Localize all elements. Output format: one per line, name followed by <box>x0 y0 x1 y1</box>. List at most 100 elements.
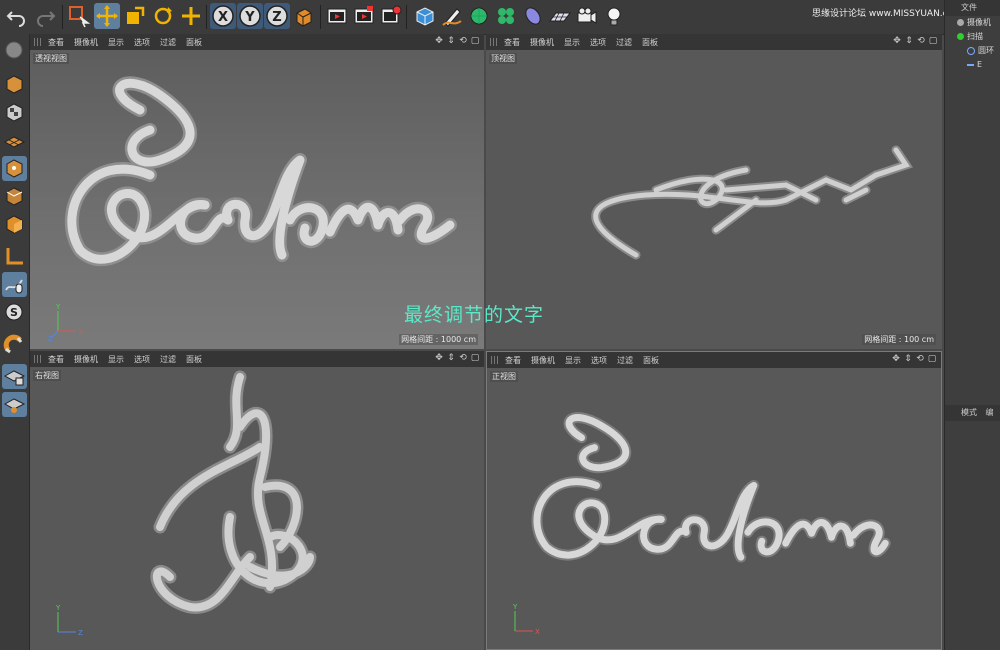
render-picture-viewer-icon[interactable] <box>351 3 377 29</box>
snap-icon[interactable]: S <box>2 300 27 325</box>
viewport-nav-icons: ✥ ⇕ ⟲ ▢ <box>892 36 938 47</box>
maximize-icon[interactable]: ▢ <box>470 36 480 47</box>
menu-cameras[interactable]: 摄像机 <box>74 37 98 48</box>
object-item-spline[interactable]: E <box>945 58 1000 72</box>
sculpt-icon[interactable] <box>2 38 27 63</box>
menu-filter[interactable]: 过滤 <box>160 354 176 365</box>
cube-icon[interactable] <box>412 3 438 29</box>
viewport-top[interactable]: 查看 摄像机 显示 选项 过滤 面板 ✥ ⇕ ⟲ ▢ 顶视图 网格间距 : 100 c <box>486 34 942 349</box>
menu-options[interactable]: 选项 <box>134 37 150 48</box>
zoom-icon[interactable]: ⇕ <box>904 36 914 47</box>
attr-tab-edit[interactable]: 编 <box>986 408 994 417</box>
camera-icon <box>957 19 964 26</box>
menu-cameras[interactable]: 摄像机 <box>530 37 554 48</box>
pan-icon[interactable]: ✥ <box>434 36 444 47</box>
object-mode-icon[interactable] <box>2 72 27 97</box>
axis-z-label: Z <box>78 629 83 637</box>
menu-view[interactable]: 查看 <box>504 37 520 48</box>
object-manager-menu-file[interactable]: 文件 <box>945 0 1000 16</box>
rotate-icon[interactable] <box>150 3 176 29</box>
menu-options[interactable]: 选项 <box>591 355 607 366</box>
menu-panel[interactable]: 面板 <box>186 37 202 48</box>
zoom-icon[interactable]: ⇕ <box>446 353 456 364</box>
axis-x-label: X <box>78 328 83 336</box>
menu-panel[interactable]: 面板 <box>642 37 658 48</box>
camera-icon[interactable] <box>574 3 600 29</box>
move-icon[interactable] <box>94 3 120 29</box>
polygon-mode-icon[interactable] <box>2 212 27 237</box>
attr-tab-mode[interactable]: 模式 <box>961 408 977 417</box>
render-settings-icon[interactable] <box>378 3 404 29</box>
menu-display[interactable]: 显示 <box>108 354 124 365</box>
object-item-sweep[interactable]: 扫描 <box>945 30 1000 44</box>
svg-text:Y: Y <box>244 10 255 25</box>
rotate-view-icon[interactable]: ⟲ <box>916 36 926 47</box>
rotate-view-icon[interactable]: ⟲ <box>915 354 925 365</box>
axis-mode-icon[interactable] <box>2 244 27 269</box>
menu-panel[interactable]: 面板 <box>186 354 202 365</box>
pan-icon[interactable]: ✥ <box>434 353 444 364</box>
axis-z-label: Z <box>48 335 53 341</box>
menu-options[interactable]: 选项 <box>590 37 606 48</box>
circle-spline-icon <box>967 46 975 55</box>
deformer-icon[interactable] <box>520 3 546 29</box>
light-icon[interactable] <box>601 3 627 29</box>
menu-view[interactable]: 查看 <box>505 355 521 366</box>
menu-cameras[interactable]: 摄像机 <box>74 354 98 365</box>
menu-display[interactable]: 显示 <box>564 37 580 48</box>
texture-mode-icon[interactable] <box>2 100 27 125</box>
viewport-right[interactable]: 查看 摄像机 显示 选项 过滤 面板 ✥ ⇕ ⟲ ▢ 右视图 Y Z <box>30 351 484 650</box>
redo-icon[interactable] <box>32 3 58 29</box>
add-icon[interactable] <box>178 3 204 29</box>
menu-view[interactable]: 查看 <box>48 354 64 365</box>
floor-icon[interactable] <box>547 3 573 29</box>
magnet-icon[interactable] <box>2 332 27 357</box>
coordinate-system-icon[interactable] <box>291 3 317 29</box>
array-icon[interactable] <box>493 3 519 29</box>
lock-workplane-icon[interactable] <box>2 364 27 389</box>
pen-icon[interactable] <box>439 3 465 29</box>
y-axis-icon[interactable]: Y <box>237 3 263 29</box>
maximize-icon[interactable]: ▢ <box>927 354 937 365</box>
grip-icon <box>34 38 42 46</box>
menu-view[interactable]: 查看 <box>48 37 64 48</box>
zoom-icon[interactable]: ⇕ <box>446 36 456 47</box>
grip-icon <box>34 355 42 363</box>
x-axis-icon[interactable]: X <box>210 3 236 29</box>
edge-mode-icon[interactable] <box>2 184 27 209</box>
planar-workplane-icon[interactable] <box>2 392 27 417</box>
viewport-nav-icons: ✥ ⇕ ⟲ ▢ <box>434 36 480 47</box>
workplane-icon[interactable] <box>2 128 27 153</box>
object-item-label: 扫描 <box>967 32 983 41</box>
rotate-view-icon[interactable]: ⟲ <box>458 36 468 47</box>
pan-icon[interactable]: ✥ <box>891 354 901 365</box>
viewport-menu: 查看 摄像机 显示 选项 过滤 面板 ✥ ⇕ ⟲ ▢ <box>487 352 941 368</box>
menu-filter[interactable]: 过滤 <box>616 37 632 48</box>
z-axis-icon[interactable]: Z <box>264 3 290 29</box>
undo-icon[interactable] <box>4 3 30 29</box>
pan-icon[interactable]: ✥ <box>892 36 902 47</box>
spline-icon <box>967 63 974 66</box>
zoom-icon[interactable]: ⇕ <box>903 354 913 365</box>
subdivision-icon[interactable] <box>466 3 492 29</box>
menu-options[interactable]: 选项 <box>134 354 150 365</box>
scale-icon[interactable] <box>122 3 148 29</box>
object-item-camera[interactable]: 摄像机 <box>945 16 1000 30</box>
maximize-icon[interactable]: ▢ <box>470 353 480 364</box>
render-view-icon[interactable] <box>324 3 350 29</box>
viewport-front[interactable]: 查看 摄像机 显示 选项 过滤 面板 ✥ ⇕ ⟲ ▢ 正视图 Y X <box>486 351 942 650</box>
menu-display[interactable]: 显示 <box>565 355 581 366</box>
axis-x-label: X <box>535 628 540 636</box>
menu-filter[interactable]: 过滤 <box>617 355 633 366</box>
axis-gizmo: Y X Z <box>48 303 83 341</box>
rotate-view-icon[interactable]: ⟲ <box>458 353 468 364</box>
tweak-mode-icon[interactable] <box>2 272 27 297</box>
menu-filter[interactable]: 过滤 <box>160 37 176 48</box>
menu-cameras[interactable]: 摄像机 <box>531 355 555 366</box>
live-select-icon[interactable] <box>66 3 92 29</box>
maximize-icon[interactable]: ▢ <box>928 36 938 47</box>
menu-panel[interactable]: 面板 <box>643 355 659 366</box>
object-item-circle[interactable]: 圆环 <box>945 44 1000 58</box>
point-mode-icon[interactable] <box>2 156 27 181</box>
menu-display[interactable]: 显示 <box>108 37 124 48</box>
